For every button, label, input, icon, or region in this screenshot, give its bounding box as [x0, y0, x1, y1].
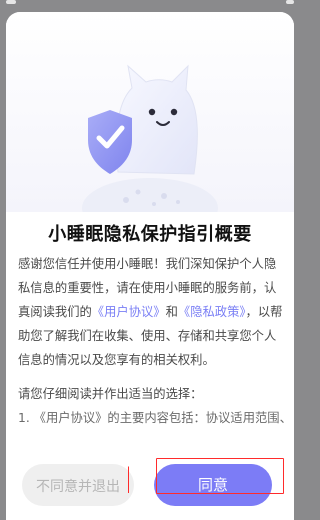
- agreement-summary-item: 1. 《用户协议》的主要内容包括：协议适用范围、: [18, 411, 284, 425]
- instruction-text: 请您仔细阅读并作出适当的选择：: [18, 387, 203, 401]
- status-bar: [0, 0, 300, 12]
- status-indicator-right: [286, 0, 294, 4]
- highlight-box: [156, 458, 284, 494]
- dialog-content: 感谢您信任并使用小睡眠！我们深知保护个人隐私信息的重要性，请在使用小睡眠的服务前…: [18, 252, 284, 430]
- user-agreement-link[interactable]: 《用户协议》: [92, 305, 166, 319]
- privacy-policy-link[interactable]: 《隐私政策》: [178, 305, 246, 319]
- intro-paragraph: 感谢您信任并使用小睡眠！我们深知保护个人隐私信息的重要性，请在使用小睡眠的服务前…: [18, 252, 284, 372]
- privacy-hero-illustration: [6, 12, 294, 212]
- status-indicator-left: [6, 0, 16, 4]
- annotation-mark: [110, 466, 129, 493]
- dialog-title: 小睡眠隐私保护指引概要: [48, 224, 252, 245]
- content-fade: [6, 430, 294, 460]
- privacy-dialog: 小睡眠隐私保护指引概要 感谢您信任并使用小睡眠！我们深知保护个人隐私信息的重要性…: [6, 12, 294, 520]
- and-text: 和: [165, 305, 178, 319]
